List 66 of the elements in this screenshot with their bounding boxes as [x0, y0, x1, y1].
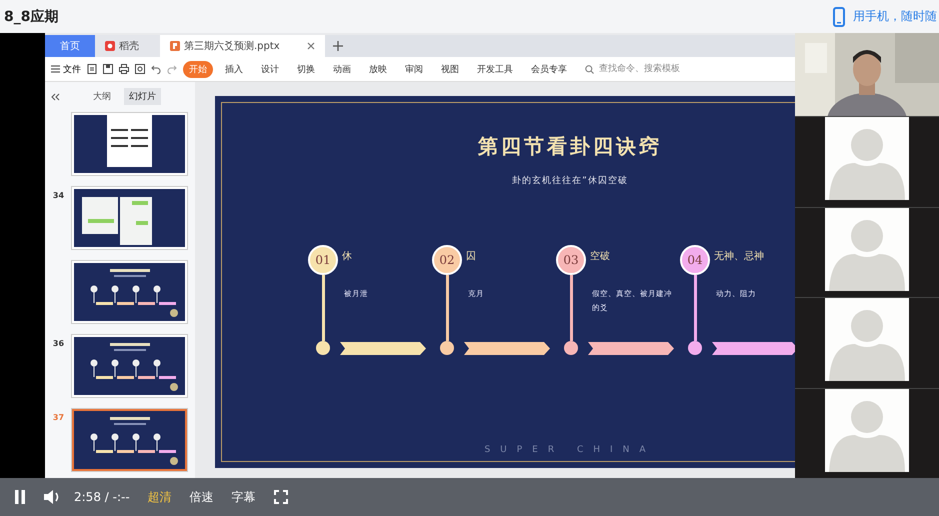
avatar-icon — [825, 388, 909, 472]
ribbon-tab[interactable]: 审阅 — [399, 60, 429, 78]
search-icon — [585, 64, 594, 74]
document-icon[interactable] — [87, 64, 97, 74]
preview-icon[interactable] — [135, 64, 145, 74]
quality-button[interactable]: 超清 — [148, 488, 172, 506]
slide-number: 36 — [52, 338, 66, 348]
undo-icon[interactable] — [151, 64, 161, 74]
fullscreen-button[interactable] — [274, 490, 288, 504]
avatar-icon — [825, 117, 909, 200]
step-title: 休 — [342, 250, 353, 263]
slide-thumbnail[interactable] — [72, 409, 187, 471]
timeline-dot — [316, 341, 330, 355]
ribbon-tab[interactable]: 会员专享 — [525, 60, 573, 78]
mobile-link[interactable]: 用手机，随时随 — [833, 6, 937, 26]
collapse-icon[interactable] — [51, 92, 60, 100]
step-title: 空破 — [590, 250, 611, 263]
ribbon-tab[interactable]: 设计 — [255, 60, 285, 78]
step-badge: 01 — [308, 245, 338, 275]
slide-number: 34 — [52, 190, 66, 200]
timeline-dot — [688, 341, 702, 355]
save-icon[interactable] — [103, 64, 113, 74]
presentation-file-icon — [170, 41, 180, 51]
fullscreen-icon — [274, 490, 288, 504]
stem-line — [322, 275, 324, 341]
subtitles-button[interactable]: 字幕 — [232, 488, 256, 506]
app-tab[interactable]: 首页 — [45, 35, 95, 57]
slide-footer: SUPER CHINA — [484, 445, 656, 455]
stem-line — [570, 275, 572, 341]
ribbon-tab[interactable]: 动画 — [327, 60, 357, 78]
playback-time: 2:58 / -:-- — [74, 490, 130, 504]
step-title: 无神、忌神 — [714, 250, 765, 263]
step-badge: 04 — [680, 245, 710, 275]
slide-number: 37 — [52, 412, 66, 422]
close-icon[interactable] — [307, 42, 315, 50]
timeline-dot — [440, 341, 454, 355]
menu-icon — [51, 65, 60, 73]
logo-icon — [105, 41, 115, 51]
app-tab[interactable]: 稻壳 — [95, 35, 160, 57]
phone-icon — [833, 6, 845, 26]
ribbon-tab[interactable]: 开发工具 — [471, 60, 519, 78]
print-icon[interactable] — [119, 64, 129, 74]
app-tab[interactable]: 第三期六爻预测.pptx — [160, 35, 325, 57]
ribbon-tab[interactable]: 放映 — [363, 60, 393, 78]
step-badge: 03 — [556, 245, 586, 275]
page-title: 8_8应期 — [4, 8, 58, 26]
avatar-icon — [825, 208, 909, 290]
stem-line — [694, 275, 696, 341]
panel-tab[interactable]: 幻灯片 — [124, 88, 161, 105]
speed-button[interactable]: 倍速 — [190, 488, 214, 506]
ribbon-tab[interactable]: 切换 — [291, 60, 321, 78]
pause-button[interactable] — [14, 490, 26, 504]
panel-tab[interactable]: 大纲 — [88, 88, 116, 105]
pause-icon — [14, 490, 26, 504]
search-field[interactable]: 查找命令、搜索模板 — [585, 63, 691, 75]
stem-line — [446, 275, 448, 341]
step-badge: 02 — [432, 245, 462, 275]
slide-subtitle: 卦的玄机往往在”休囚空破 — [512, 174, 628, 187]
timeline-dot — [564, 341, 578, 355]
ribbon-tab[interactable]: 插入 — [219, 60, 249, 78]
file-menu[interactable]: 文件 — [51, 62, 81, 76]
step-title: 囚 — [466, 250, 477, 263]
avatar-icon — [825, 298, 909, 381]
ribbon-tab[interactable]: 视图 — [435, 60, 465, 78]
plus-icon[interactable] — [333, 41, 343, 51]
slide-title: 第四节看卦四诀窍 — [478, 133, 662, 160]
